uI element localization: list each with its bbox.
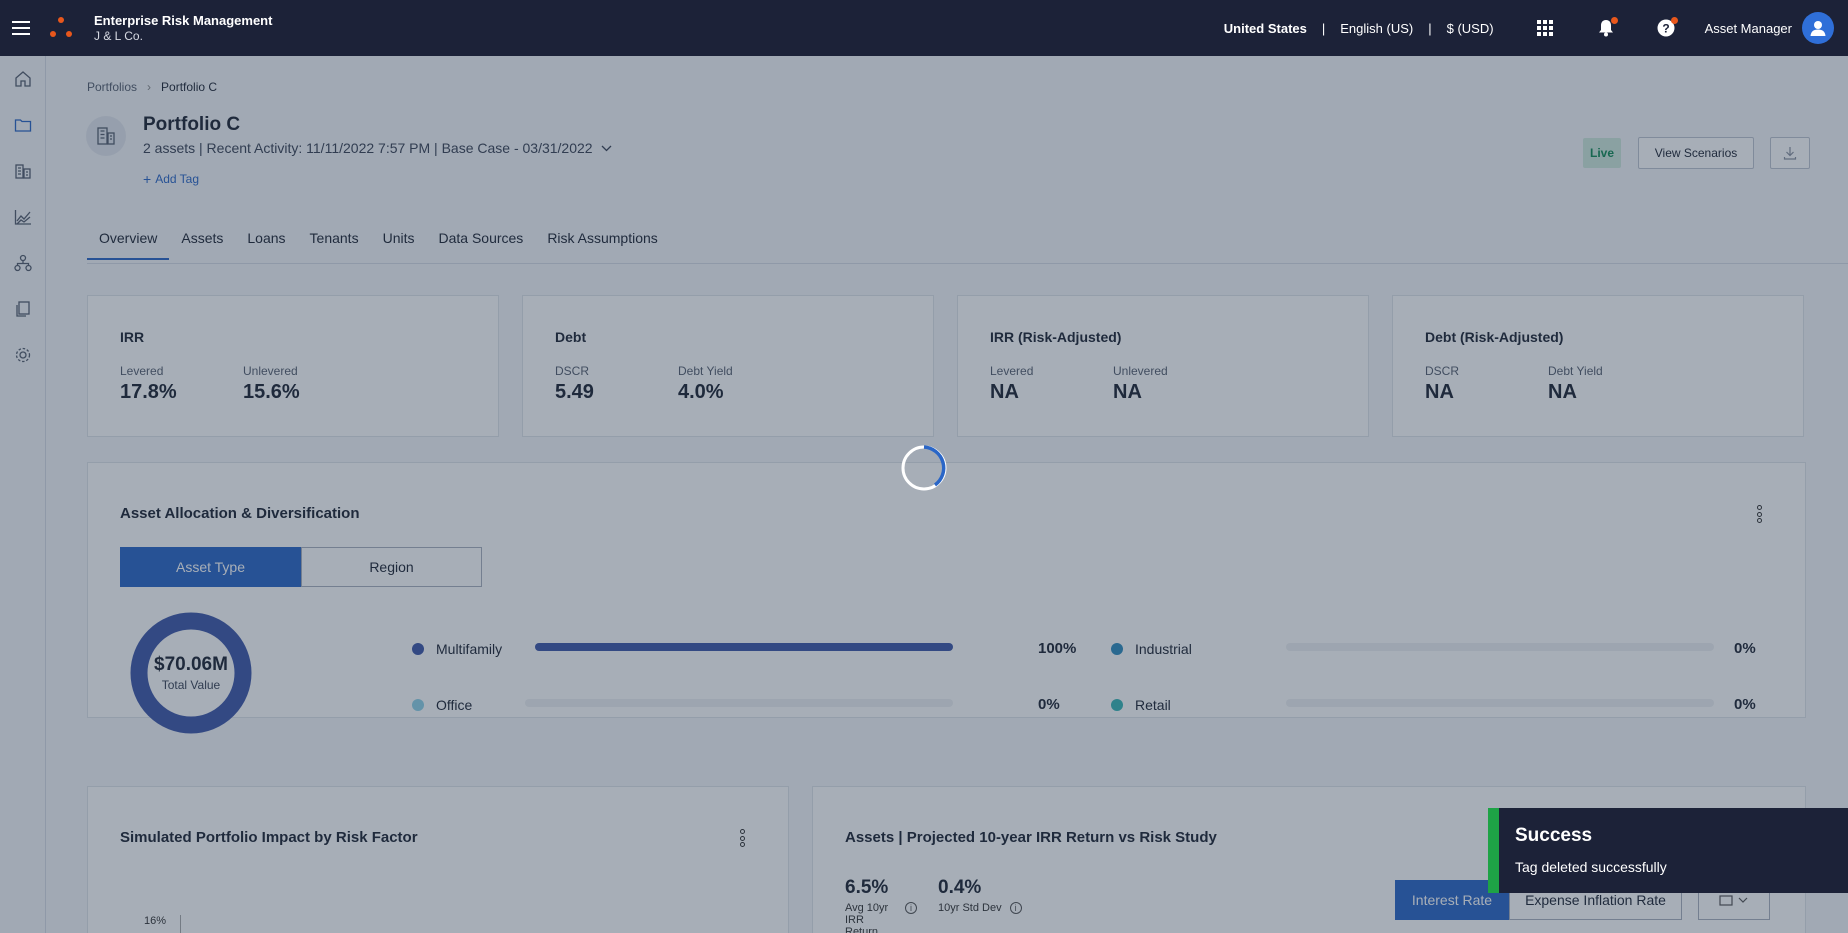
apps-grid-icon[interactable] xyxy=(1534,17,1556,39)
user-avatar-icon[interactable] xyxy=(1802,12,1834,44)
notifications-bell-icon[interactable] xyxy=(1595,17,1618,39)
loading-spinner-icon xyxy=(901,445,947,491)
currency-selector[interactable]: $ (USD) xyxy=(1447,21,1494,36)
language-selector[interactable]: English (US) xyxy=(1340,21,1413,36)
loading-overlay xyxy=(0,56,1848,933)
app-logo[interactable] xyxy=(42,0,80,56)
company-name: J & L Co. xyxy=(94,29,143,43)
country-selector[interactable]: United States xyxy=(1224,21,1307,36)
divider: | xyxy=(1321,20,1326,36)
svg-text:?: ? xyxy=(1662,22,1669,36)
help-icon[interactable]: ? xyxy=(1655,17,1678,39)
success-toast[interactable]: Success Tag deleted successfully xyxy=(1488,808,1848,893)
app-name: Enterprise Risk Management xyxy=(94,13,273,28)
help-dot xyxy=(1670,17,1678,24)
brand: Enterprise Risk Management J & L Co. xyxy=(94,13,272,43)
notification-dot xyxy=(1610,17,1618,24)
top-bar: Enterprise Risk Management J & L Co. Uni… xyxy=(0,0,1848,56)
toast-title: Success xyxy=(1515,825,1593,846)
divider: | xyxy=(1428,20,1432,36)
toast-message: Tag deleted successfully xyxy=(1515,859,1667,875)
user-name[interactable]: Asset Manager xyxy=(1705,21,1792,36)
toast-status-stripe xyxy=(1488,808,1499,893)
menu-icon[interactable] xyxy=(0,0,42,56)
